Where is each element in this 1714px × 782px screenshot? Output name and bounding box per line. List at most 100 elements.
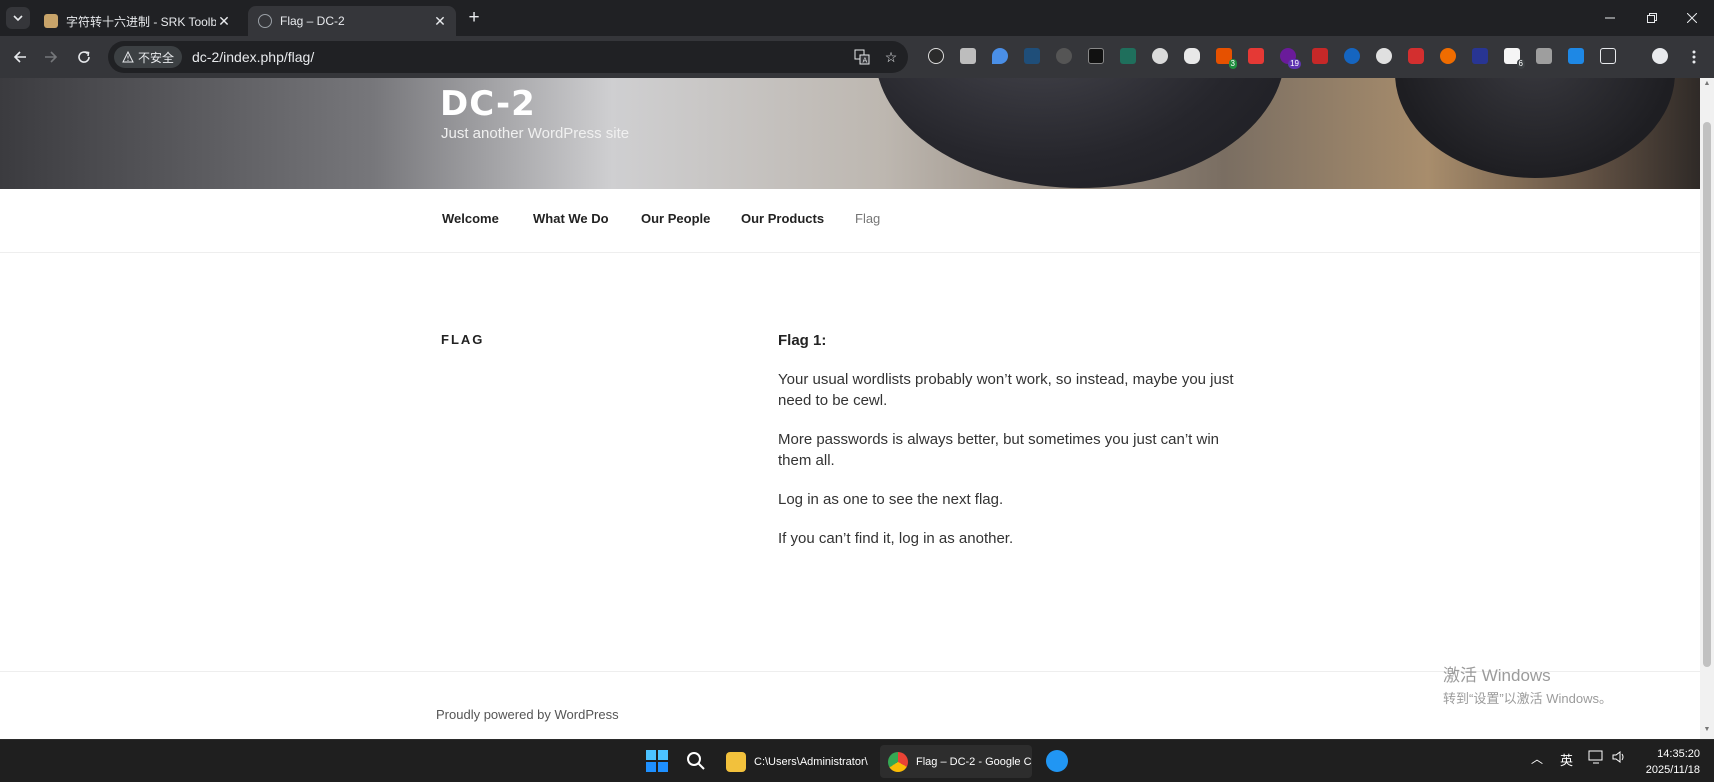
close-window-button[interactable] [1672, 0, 1712, 36]
tab-title: 字符转十六进制 - SRK Toolbox [66, 14, 216, 29]
entry-paragraph: If you can’t find it, log in as another. [778, 530, 1014, 547]
taskbar-app-file-explorer[interactable]: C:\Users\Administrator\ [718, 745, 876, 778]
svg-text:A: A [863, 57, 868, 65]
extension-14-icon[interactable] [1344, 48, 1360, 64]
security-chip-label: 不安全 [138, 50, 175, 65]
extension-badge: 19 [1288, 59, 1301, 69]
new-tab-button[interactable]: + [464, 6, 484, 30]
warning-triangle-icon [122, 51, 134, 63]
taskbar-app-label: Flag – DC-2 - Google Chrome [916, 755, 1032, 768]
scroll-up-icon[interactable]: ▲ [1703, 80, 1711, 90]
nav-item-what-we-do[interactable]: What We Do [533, 211, 609, 226]
extension-9-icon[interactable] [1184, 48, 1200, 64]
taskbar-app-label: C:\Users\Administrator\ [754, 755, 868, 768]
restore-icon [1647, 13, 1657, 23]
windows-activation-watermark: 激活 Windows 转到“设置”以激活 Windows。 [1443, 661, 1612, 707]
extension-badge: 3 [1228, 59, 1237, 69]
extension-10-icon[interactable]: 3 [1216, 48, 1237, 69]
start-button[interactable] [644, 748, 670, 774]
flag-heading: Flag 1: [778, 332, 827, 349]
extension-7-icon[interactable] [1120, 48, 1136, 64]
extension-3-icon[interactable] [992, 48, 1008, 64]
extension-6-icon[interactable] [1088, 48, 1104, 64]
nav-item-welcome[interactable]: Welcome [442, 211, 499, 226]
site-description: Just another WordPress site [441, 125, 630, 142]
reload-button[interactable] [72, 45, 96, 69]
forward-button[interactable] [39, 45, 63, 69]
web-page: DC-2 Just another WordPress site Welcome… [0, 78, 1700, 739]
extension-19-icon[interactable]: 6 [1504, 48, 1525, 69]
watermark-line-1: 激活 Windows [1443, 666, 1551, 685]
compass-icon [1046, 750, 1068, 772]
nav-item-flag[interactable]: Flag [855, 211, 880, 226]
extension-17-icon[interactable] [1440, 48, 1456, 64]
translate-icon[interactable]: A [852, 47, 872, 67]
extension-11-icon[interactable] [1248, 48, 1264, 64]
extension-2-icon[interactable] [960, 48, 976, 64]
security-chip[interactable]: 不安全 [114, 46, 183, 68]
extension-4-icon[interactable] [1024, 48, 1040, 64]
extension-20-icon[interactable] [1536, 48, 1552, 64]
back-button[interactable] [8, 45, 32, 69]
tray-chevron-up-icon[interactable]: ︿ [1531, 750, 1543, 767]
profile-avatar-icon[interactable] [1652, 48, 1668, 64]
extension-16-icon[interactable] [1408, 48, 1424, 64]
network-icon[interactable] [1588, 750, 1604, 767]
header-image-pot-secondary [1395, 78, 1675, 178]
browser-toolbar: 不安全 dc-2/index.php/flag/ A ☆ 3 19 6 [0, 36, 1714, 78]
more-vertical-icon [1692, 50, 1696, 64]
bookmark-star-icon[interactable]: ☆ [881, 47, 901, 67]
extension-8-icon[interactable] [1152, 48, 1168, 64]
extensions-puzzle-icon[interactable] [1600, 48, 1616, 64]
entry-paragraph: More passwords is always better, but som… [778, 431, 1220, 469]
tab-title: Flag – DC-2 [280, 14, 345, 28]
entry-paragraph: Your usual wordlists probably won’t work… [778, 371, 1234, 409]
page-title: FLAG [441, 332, 485, 347]
tab-flag-dc2[interactable]: Flag – DC-2 ✕ [248, 6, 456, 36]
tab-srk-toolbox[interactable]: 字符转十六进制 - SRK Toolbox ✕ [34, 6, 240, 36]
restore-button[interactable] [1632, 0, 1672, 36]
site-title[interactable]: DC-2 [440, 84, 536, 124]
site-navigation: Welcome What We Do Our People Our Produc… [0, 189, 1700, 253]
nav-item-our-products[interactable]: Our Products [741, 211, 824, 226]
extension-21-icon[interactable] [1568, 48, 1584, 64]
close-icon [1687, 13, 1697, 23]
scroll-down-icon[interactable]: ▼ [1703, 726, 1711, 736]
taskbar-app-chrome[interactable]: Flag – DC-2 - Google Chrome [880, 745, 1032, 778]
extension-badge: 6 [1516, 59, 1525, 69]
system-clock[interactable]: 14:35:20 2025/11/18 [1630, 746, 1700, 778]
entry-content: Flag 1: Your usual wordlists probably wo… [778, 330, 1238, 567]
clock-date: 2025/11/18 [1645, 764, 1700, 776]
powered-by-link[interactable]: Proudly powered by WordPress [436, 707, 619, 722]
toolbox-favicon-icon [44, 14, 58, 28]
watermark-line-2: 转到“设置”以激活 Windows。 [1443, 691, 1613, 706]
tab-search-button[interactable] [6, 7, 30, 29]
extension-12-icon[interactable]: 19 [1280, 48, 1301, 69]
taskbar-app-browser[interactable] [1044, 748, 1070, 774]
back-arrow-icon [13, 51, 26, 63]
extension-15-icon[interactable] [1376, 48, 1392, 64]
address-bar[interactable]: 不安全 dc-2/index.php/flag/ A ☆ [108, 41, 908, 73]
nav-item-our-people[interactable]: Our People [641, 211, 710, 226]
reload-icon [78, 51, 90, 63]
page-scrollbar[interactable]: ▲ ▼ [1700, 78, 1714, 739]
minimize-button[interactable] [1590, 0, 1630, 36]
chevron-down-icon [13, 15, 23, 22]
extension-5-icon[interactable] [1056, 48, 1072, 64]
scrollbar-thumb[interactable] [1703, 122, 1711, 667]
close-tab-icon[interactable]: ✕ [432, 13, 448, 29]
volume-icon[interactable] [1612, 750, 1628, 767]
globe-icon [258, 14, 272, 28]
search-button[interactable] [683, 748, 709, 774]
clock-time: 14:35:20 [1657, 748, 1700, 760]
extension-18-icon[interactable] [1472, 48, 1488, 64]
close-tab-icon[interactable]: ✕ [216, 13, 232, 29]
site-header: DC-2 Just another WordPress site [0, 78, 1700, 189]
extension-1-icon[interactable] [928, 48, 944, 64]
forward-arrow-icon [45, 51, 58, 63]
url-text[interactable]: dc-2/index.php/flag/ [192, 49, 314, 65]
menu-button[interactable] [1682, 45, 1706, 69]
ime-indicator[interactable]: 英 [1560, 750, 1573, 769]
extension-13-icon[interactable] [1312, 48, 1328, 64]
folder-icon [726, 751, 746, 772]
